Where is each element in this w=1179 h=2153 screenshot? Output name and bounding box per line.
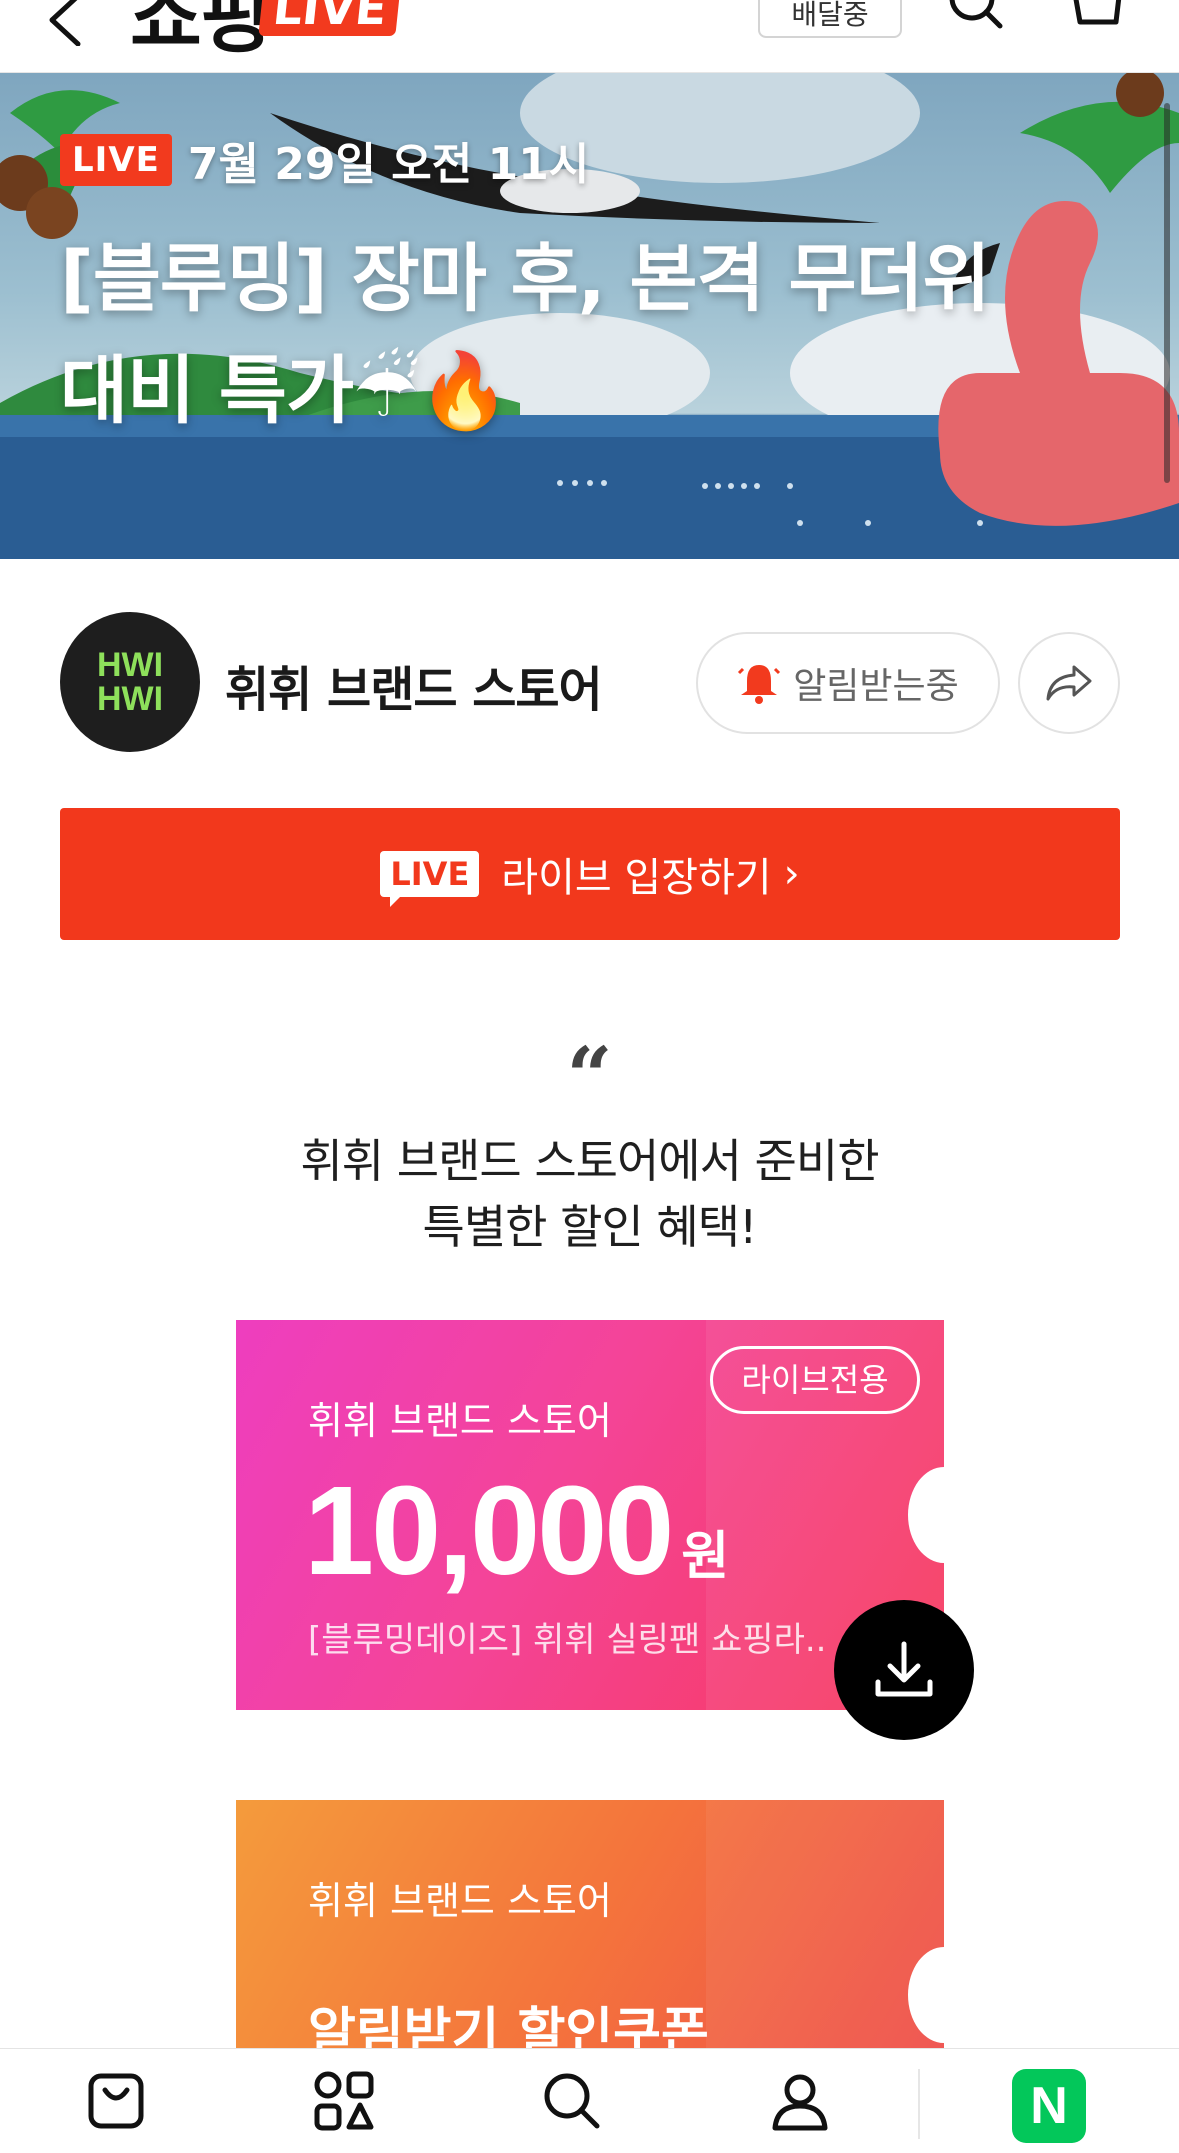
broadcast-title-line2: 대비 특가☔🔥	[60, 348, 511, 434]
broadcast-title-line1: [블루밍] 장마 후, 본격 무더위	[60, 236, 991, 322]
bell-icon	[738, 665, 781, 704]
nav-shopping[interactable]	[76, 2061, 156, 2141]
enter-live-label: 라이브 입장하기	[501, 855, 772, 901]
logo-live-badge: LIVE	[258, 0, 404, 36]
search-icon	[544, 2073, 600, 2129]
broadcast-title: [블루밍] 장마 후, 본격 무더위 대비 특가☔🔥	[60, 223, 1040, 447]
nav-search[interactable]	[532, 2061, 612, 2141]
coupon-currency: 원	[681, 1527, 730, 1587]
store-name[interactable]: 휘휘 브랜드 스토어	[225, 650, 603, 720]
avatar-text-line1: HWI	[96, 646, 164, 684]
coupon-download-button[interactable]	[834, 1600, 974, 1740]
coupon-amount-value: 10,000	[304, 1460, 674, 1601]
benefit-heading: 휘휘 브랜드 스토어에서 준비한 특별한 할인 혜택!	[0, 1128, 1179, 1260]
live-banner[interactable]: LIVE 7월 29일 오전 11시 [블루밍] 장마 후, 본격 무더위 대비…	[0, 73, 1179, 559]
logo-text[interactable]: 쇼핑	[130, 0, 272, 68]
nav-category[interactable]	[304, 2061, 384, 2141]
nav-my-page[interactable]	[760, 2061, 840, 2141]
benefit-heading-line1: 휘휘 브랜드 스토어에서 준비한	[300, 1134, 879, 1188]
avatar-text-line2: HWI	[96, 680, 164, 718]
live-tag: LIVE	[380, 851, 480, 907]
coupon-amount: 10,000 원	[304, 1458, 729, 1603]
coupon-stripe	[706, 1800, 944, 2060]
back-icon[interactable]	[40, 0, 100, 46]
coupon-store-name: 휘휘 브랜드 스토어	[308, 1879, 612, 1923]
notification-label: 알림받는중	[793, 666, 959, 707]
scrollbar[interactable]	[1164, 103, 1170, 483]
shopping-bag-icon	[88, 2073, 144, 2129]
naver-home-button[interactable]: N	[1012, 2069, 1086, 2143]
download-icon	[875, 1641, 933, 1697]
notification-button[interactable]: 알림받는중	[696, 632, 1000, 734]
enter-live-button[interactable]: LIVE 라이브 입장하기 ›	[60, 808, 1120, 940]
nav-divider	[918, 2069, 920, 2139]
broadcast-date: 7월 29일 오전 11시	[187, 139, 590, 190]
category-icon	[314, 2071, 374, 2131]
broadcast-schedule: LIVE 7월 29일 오전 11시	[60, 128, 589, 192]
quote-icon: “	[566, 1029, 613, 1123]
search-icon[interactable]	[946, 0, 1006, 32]
share-button[interactable]	[1018, 632, 1120, 734]
live-badge: LIVE	[60, 134, 172, 186]
top-header: 쇼핑 LIVE 배달중	[0, 0, 1179, 73]
coupon-card[interactable]: 휘휘 브랜드 스토어 알림받기 할인쿠폰	[236, 1800, 944, 2060]
shipping-button[interactable]: 배달중	[758, 0, 902, 38]
store-avatar[interactable]: HWI HWI	[60, 612, 200, 752]
coupon-store-name: 휘휘 브랜드 스토어	[308, 1399, 612, 1443]
live-only-badge: 라이브전용	[710, 1346, 920, 1414]
profile-icon	[772, 2074, 828, 2131]
share-icon	[1046, 665, 1092, 701]
coupon-description: [블루밍데이즈] 휘휘 실링팬 쇼핑라...	[308, 1620, 828, 1660]
bottom-navigation: N	[0, 2048, 1179, 2153]
cart-icon[interactable]	[1066, 0, 1126, 34]
benefit-heading-line2: 특별한 할인 혜택!	[422, 1200, 758, 1254]
chevron-right-icon: ›	[783, 851, 800, 897]
